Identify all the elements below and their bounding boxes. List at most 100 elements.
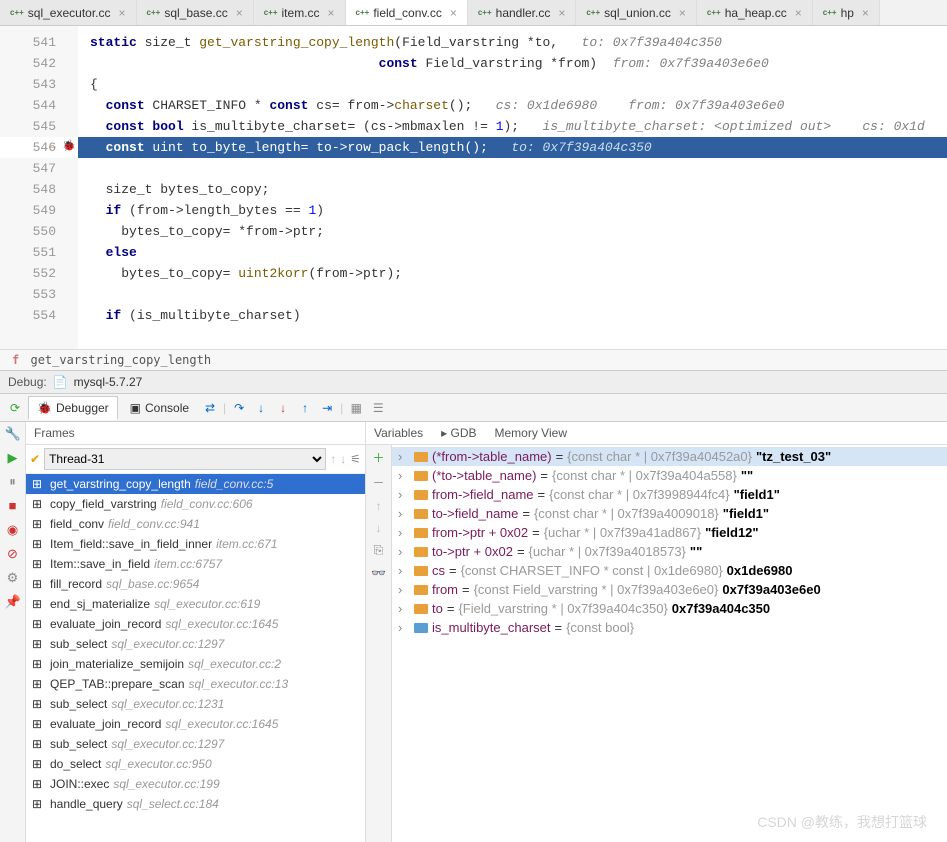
variables-header[interactable]: Variables (374, 426, 423, 440)
remove-watch-icon[interactable]: － (372, 474, 384, 491)
expand-icon[interactable]: › (398, 601, 410, 616)
line-number[interactable]: 543 (0, 74, 78, 95)
line-number[interactable]: 541 (0, 32, 78, 53)
step-icon[interactable]: ⇄ (201, 399, 219, 417)
close-icon[interactable]: × (679, 6, 686, 20)
stack-frame[interactable]: ⊞fill_record sql_base.cc:9654 (26, 574, 365, 594)
rerun-icon[interactable]: ⟳ (6, 399, 24, 417)
line-number[interactable]: 544 (0, 95, 78, 116)
stop-icon[interactable]: ■ (5, 498, 21, 514)
code-line[interactable] (78, 158, 947, 179)
variable-row[interactable]: › cs = {const CHARSET_INFO * const | 0x1… (392, 561, 947, 580)
line-number[interactable]: 554 (0, 305, 78, 326)
variable-row[interactable]: › from = {const Field_varstring * | 0x7f… (392, 580, 947, 599)
stack-frame[interactable]: ⊞evaluate_join_record sql_executor.cc:16… (26, 714, 365, 734)
line-number[interactable]: 547 (0, 158, 78, 179)
close-icon[interactable]: × (236, 6, 243, 20)
frames-list[interactable]: ⊞get_varstring_copy_length field_conv.cc… (26, 474, 365, 842)
code-line[interactable]: bytes_to_copy= uint2korr(from->ptr); (78, 263, 947, 284)
variable-row[interactable]: › from->ptr + 0x02 = {uchar * | 0x7f39a4… (392, 523, 947, 542)
close-icon[interactable]: × (328, 6, 335, 20)
variables-list[interactable]: › (*from->table_name) = {const char * | … (392, 445, 947, 842)
variable-row[interactable]: › from->field_name = {const char * | 0x7… (392, 485, 947, 504)
code-area[interactable]: static size_t get_varstring_copy_length(… (78, 26, 947, 349)
variable-row[interactable]: › (*from->table_name) = {const char * | … (392, 447, 947, 466)
thread-select[interactable]: Thread-31 (44, 448, 326, 470)
tab-field_conv-cc[interactable]: field_conv.cc× (346, 0, 468, 25)
variable-row[interactable]: › to->ptr + 0x02 = {uchar * | 0x7f39a401… (392, 542, 947, 561)
tab-sql_union-cc[interactable]: sql_union.cc× (576, 0, 697, 25)
stack-frame[interactable]: ⊞do_select sql_executor.cc:950 (26, 754, 365, 774)
tab-sql_base-cc[interactable]: sql_base.cc× (137, 0, 254, 25)
stack-frame[interactable]: ⊞end_sj_materialize sql_executor.cc:619 (26, 594, 365, 614)
stack-frame[interactable]: ⊞QEP_TAB::prepare_scan sql_executor.cc:1… (26, 674, 365, 694)
pin-icon[interactable]: 📌 (5, 594, 21, 610)
close-icon[interactable]: × (862, 6, 869, 20)
tab-hp[interactable]: hp× (813, 0, 880, 25)
code-line[interactable]: const uint to_byte_length= to->row_pack_… (78, 137, 947, 158)
code-line[interactable]: if (from->length_bytes == 1) (78, 200, 947, 221)
expand-icon[interactable]: › (398, 468, 410, 483)
line-number[interactable]: 549 (0, 200, 78, 221)
variable-row[interactable]: › is_multibyte_charset = {const bool} (392, 618, 947, 637)
line-number[interactable]: 542 (0, 53, 78, 74)
stack-frame[interactable]: ⊞JOIN::exec sql_executor.cc:199 (26, 774, 365, 794)
tab-item-cc[interactable]: item.cc× (254, 0, 346, 25)
copy-icon[interactable]: ⎘ (374, 543, 384, 558)
expand-icon[interactable]: › (398, 620, 410, 635)
glasses-icon[interactable]: 👓 (371, 566, 386, 580)
code-line[interactable]: const Field_varstring *from) from: 0x7f3… (78, 53, 947, 74)
more-icon[interactable]: ☰ (369, 399, 387, 417)
tab-handler-cc[interactable]: handler.cc× (468, 0, 577, 25)
up-icon[interactable]: ↑ (376, 499, 382, 513)
gear-icon[interactable]: ⚙ (5, 570, 21, 586)
line-number[interactable]: 552 (0, 263, 78, 284)
stack-frame[interactable]: ⊞copy_field_varstring field_conv.cc:606 (26, 494, 365, 514)
tab-sql_executor-cc[interactable]: sql_executor.cc× (0, 0, 137, 25)
close-icon[interactable]: × (795, 6, 802, 20)
down-icon[interactable]: ↓ (376, 521, 382, 535)
step-into-icon[interactable]: ↓ (252, 399, 270, 417)
mute-breakpoints-icon[interactable]: ⊘ (5, 546, 21, 562)
stack-frame[interactable]: ⊞sub_select sql_executor.cc:1297 (26, 634, 365, 654)
close-icon[interactable]: × (450, 6, 457, 20)
line-number[interactable]: 545 (0, 116, 78, 137)
close-icon[interactable]: × (119, 6, 126, 20)
code-line[interactable]: static size_t get_varstring_copy_length(… (78, 32, 947, 53)
pause-icon[interactable]: ⏸ (5, 474, 21, 490)
line-number[interactable]: 550 (0, 221, 78, 242)
stack-frame[interactable]: ⊞join_materialize_semijoin sql_executor.… (26, 654, 365, 674)
expand-icon[interactable]: › (398, 544, 410, 559)
code-line[interactable]: { (78, 74, 947, 95)
resume-icon[interactable]: ▶ (5, 450, 21, 466)
code-line[interactable]: const CHARSET_INFO * const cs= from->cha… (78, 95, 947, 116)
variable-row[interactable]: › to = {Field_varstring * | 0x7f39a404c3… (392, 599, 947, 618)
expand-icon[interactable]: › (398, 525, 410, 540)
expand-icon[interactable]: › (398, 506, 410, 521)
filter-frames-icon[interactable]: ⚟ (350, 452, 361, 466)
expand-icon[interactable]: › (398, 449, 410, 464)
stack-frame[interactable]: ⊞Item::save_in_field item.cc:6757 (26, 554, 365, 574)
code-line[interactable]: if (is_multibyte_charset) (78, 305, 947, 326)
expand-icon[interactable]: › (398, 582, 410, 597)
force-step-into-icon[interactable]: ↓ (274, 399, 292, 417)
variable-row[interactable]: › to->field_name = {const char * | 0x7f3… (392, 504, 947, 523)
tab-ha_heap-cc[interactable]: ha_heap.cc× (697, 0, 813, 25)
stack-frame[interactable]: ⊞handle_query sql_select.cc:184 (26, 794, 365, 814)
variable-row[interactable]: › (*to->table_name) = {const char * | 0x… (392, 466, 947, 485)
settings-icon[interactable]: 🔧 (5, 426, 21, 442)
expand-icon[interactable]: › (398, 563, 410, 578)
memory-view-header[interactable]: Memory View (495, 426, 567, 440)
code-line[interactable]: else (78, 242, 947, 263)
prev-frame-icon[interactable]: ↑ (330, 452, 336, 466)
tab-debugger[interactable]: 🐞 Debugger (28, 396, 118, 420)
stack-frame[interactable]: ⊞Item_field::save_in_field_inner item.cc… (26, 534, 365, 554)
stack-frame[interactable]: ⊞field_conv field_conv.cc:941 (26, 514, 365, 534)
stack-frame[interactable]: ⊞sub_select sql_executor.cc:1297 (26, 734, 365, 754)
run-to-cursor-icon[interactable]: ⇥ (318, 399, 336, 417)
stack-frame[interactable]: ⊞get_varstring_copy_length field_conv.cc… (26, 474, 365, 494)
tab-console[interactable]: ▣ Console (122, 397, 197, 419)
code-line[interactable] (78, 284, 947, 305)
close-icon[interactable]: × (558, 6, 565, 20)
code-line[interactable]: const bool is_multibyte_charset= (cs->mb… (78, 116, 947, 137)
